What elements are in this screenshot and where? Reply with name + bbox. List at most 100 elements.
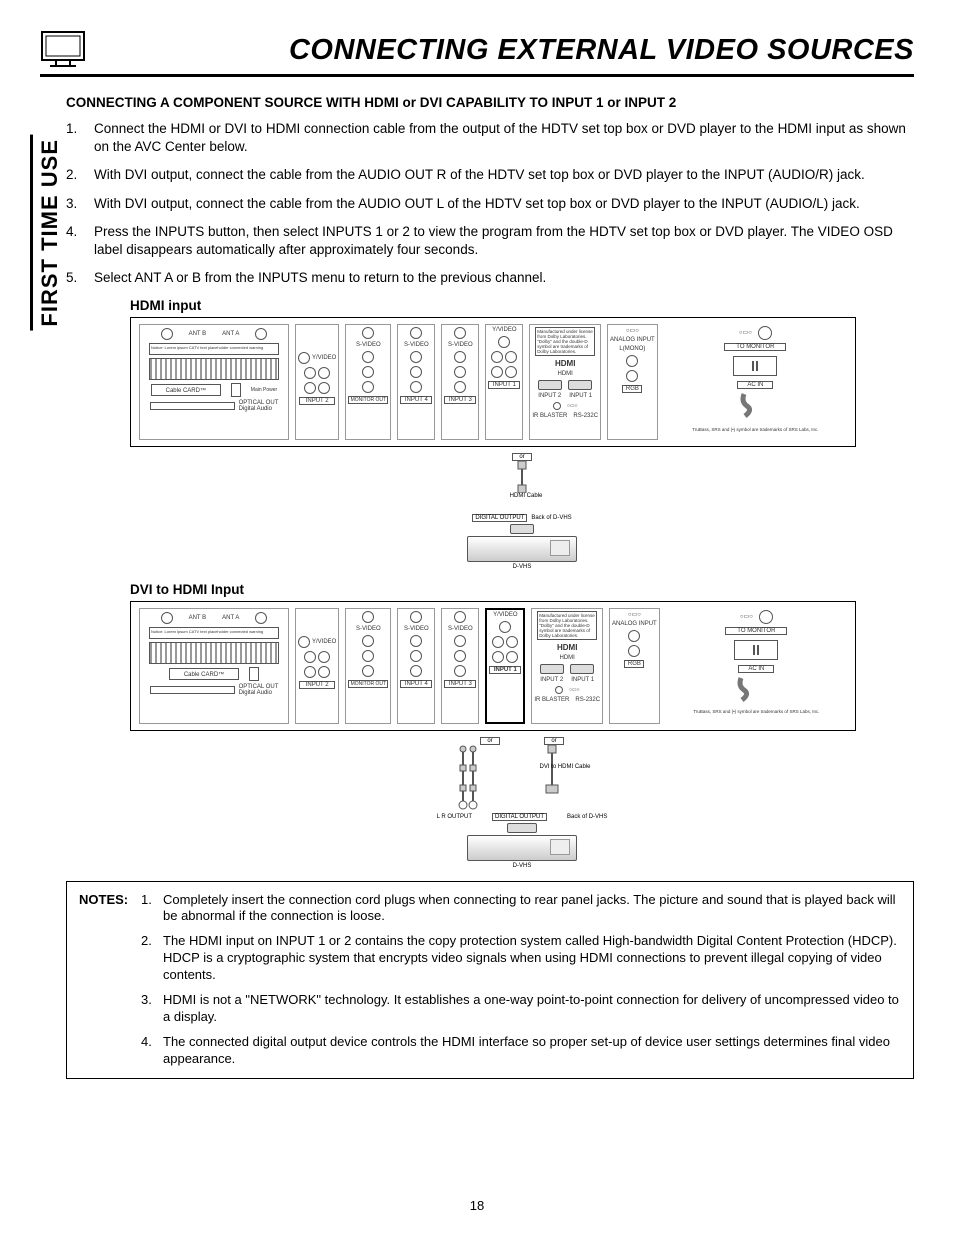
step-text: Select ANT A or B from the INPUTS menu t… (94, 269, 914, 287)
figure2: ANT B ANT A Notice: Lorem ipsum CATV tex… (130, 601, 914, 869)
antb-jack (161, 328, 173, 340)
steps-list: 1. Connect the HDMI or DVI to HDMI conne… (66, 120, 914, 288)
acin-label: AC IN (737, 381, 773, 389)
hdmi-label: HDMI (558, 371, 573, 377)
or-label-1: or (512, 453, 532, 461)
figure2-heading: DVI to HDMI Input (130, 582, 914, 597)
digital-audio-label: Digital Audio (239, 406, 272, 412)
section-heading: CONNECTING A COMPONENT SOURCE WITH HDMI … (66, 95, 914, 110)
step-number: 4. (66, 223, 94, 259)
step-number: 1. (66, 120, 94, 156)
note-1: 1. Completely insert the connection cord… (141, 892, 901, 926)
dolby-text: Manufactured under license from Dolby La… (535, 327, 595, 356)
dvhs-device-icon-2 (467, 835, 577, 861)
figure2-cable-diagram: or or DVI to H (130, 737, 914, 869)
hdmi-cable-icon (502, 461, 542, 493)
main-power-switch (231, 383, 241, 397)
r-jack2 (362, 381, 374, 393)
dvhs-dvi-slot (507, 823, 537, 833)
svideo-label: S-VIDEO (356, 342, 381, 348)
step-number: 2. (66, 166, 94, 184)
input3-label: INPUT 3 (444, 396, 476, 404)
lmono-jack2 (362, 366, 374, 378)
dvi-hdmi-cable-icon (537, 745, 567, 795)
step-3: 3. With DVI output, connect the cable fr… (66, 195, 914, 213)
pb-jack (304, 367, 316, 379)
yvideo-jack (298, 352, 310, 364)
hdmi-input2-slot (538, 380, 562, 390)
digital-output-label-2: DIGITAL OUTPUT (492, 813, 547, 821)
input4-label: INPUT 4 (400, 396, 432, 404)
figure1: ANT B ANT A Notice: Lorem ipsum CATV tex… (130, 317, 914, 570)
note-number: 2. (141, 933, 163, 984)
vent-grille (149, 358, 279, 380)
digital-output-label: DIGITAL OUTPUT (472, 514, 527, 522)
ac-socket (733, 356, 777, 376)
warning-text: Notice: Lorem ipsum CATV text placeholde… (149, 343, 279, 355)
note-number: 3. (141, 992, 163, 1026)
note-3: 3. HDMI is not a "NETWORK" technology. I… (141, 992, 901, 1026)
note-number: 1. (141, 892, 163, 926)
power-cord-icon (739, 392, 779, 422)
hdmi-cable-label: HDMI Cable (510, 493, 543, 499)
tv-icon (40, 30, 86, 70)
step-number: 5. (66, 269, 94, 287)
audio-cable-icon (453, 745, 483, 811)
page-title: CONNECTING EXTERNAL VIDEO SOURCES (289, 34, 914, 67)
dvhs-hdmi-slot (510, 524, 534, 534)
input1-label: INPUT 1 (488, 381, 520, 389)
back-of-dvhs-label: Back of D-VHS (531, 515, 571, 521)
note-text: HDMI is not a "NETWORK" technology. It e… (163, 992, 901, 1026)
cablecard-label: Cable CARD™ (151, 384, 221, 396)
monitor-out-label: MONITOR OUT (348, 396, 388, 404)
figure1-cable-diagram: or HDMI Cable DIGITAL OUTPUT Back of D-V… (130, 453, 914, 570)
or-label-2a: or (480, 737, 500, 745)
dvhs-device-icon (467, 536, 577, 562)
rs232-label: RS-232C (573, 413, 598, 419)
page-header: CONNECTING EXTERNAL VIDEO SOURCES (40, 30, 914, 77)
note-text: The HDMI input on INPUT 1 or 2 contains … (163, 933, 901, 984)
irblaster-label: IR BLASTER (532, 413, 567, 419)
anta-jack (255, 328, 267, 340)
note-text: The connected digital output device cont… (163, 1034, 901, 1068)
antb-label: ANT B (189, 331, 207, 337)
note-2: 2. The HDMI input on INPUT 1 or 2 contai… (141, 933, 901, 984)
notes-block: NOTES: 1. Completely insert the connecti… (66, 881, 914, 1079)
to-monitor-label: TO MONITOR (724, 343, 786, 351)
notes-heading: NOTES: (79, 892, 141, 1068)
step-4: 4. Press the INPUTS button, then select … (66, 223, 914, 259)
note-text: Completely insert the connection cord pl… (163, 892, 901, 926)
figure1-heading: HDMI input (130, 298, 914, 313)
svideo-jack (362, 327, 374, 339)
yvideo-label: Y/VIDEO (312, 355, 336, 361)
lr-output-label: L R OUTPUT (437, 814, 472, 820)
anta-label: ANT A (222, 331, 239, 337)
or-label-2b: or (544, 737, 564, 745)
optical-slot (150, 402, 235, 410)
step-number: 3. (66, 195, 94, 213)
page-number: 18 (0, 1198, 954, 1213)
input2-label: INPUT 2 (299, 397, 335, 405)
dvhs-label-2: D-VHS (130, 863, 914, 869)
note-number: 4. (141, 1034, 163, 1068)
main-power-label: Main Power (251, 387, 277, 393)
step-1: 1. Connect the HDMI or DVI to HDMI conne… (66, 120, 914, 156)
rear-panel-diagram-2: ANT B ANT A Notice: Lorem ipsum CATV tex… (130, 601, 856, 731)
step-text: Connect the HDMI or DVI to HDMI connecti… (94, 120, 914, 156)
dvi-cable-label: DVI to HDMI Cable (539, 764, 590, 770)
step-text: With DVI output, connect the cable from … (94, 195, 914, 213)
rgb-label: RGB (622, 385, 642, 393)
hdmi-logo: HDMI (555, 359, 575, 368)
pr-jack (304, 382, 316, 394)
rear-panel-diagram-1: ANT B ANT A Notice: Lorem ipsum CATV tex… (130, 317, 856, 447)
analog-input-label: ANALOG INPUT (610, 337, 655, 343)
side-tab-first-time-use: FIRST TIME USE (30, 135, 63, 331)
step-5: 5. Select ANT A or B from the INPUTS men… (66, 269, 914, 287)
r-jack (318, 382, 330, 394)
trubass-text: TruBass, SRS and (•) symbol are trademar… (692, 427, 818, 432)
dvhs-label: D-VHS (130, 564, 914, 570)
hdmi-input1-slot (568, 380, 592, 390)
note-4: 4. The connected digital output device c… (141, 1034, 901, 1068)
step-text: With DVI output, connect the cable from … (94, 166, 914, 184)
step-text: Press the INPUTS button, then select INP… (94, 223, 914, 259)
